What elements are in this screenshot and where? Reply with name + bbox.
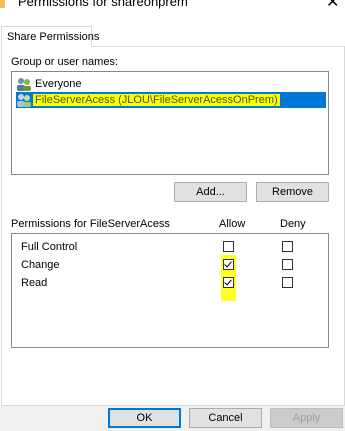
deny-checkbox-change[interactable] [282,259,293,270]
cancel-button[interactable]: Cancel [189,408,262,428]
folder-icon [0,0,5,8]
ok-button[interactable]: OK [108,408,181,428]
deny-header: Deny [280,218,306,230]
permission-name: Full Control [21,241,78,253]
permissions-list: Full Control Change Read [11,233,329,348]
user-list[interactable]: Everyone FileServerAcess (JLOU\FileServe… [11,71,329,175]
user-name: FileServerAcess (JLOU\FileServerAcessOnP… [33,94,280,106]
permission-row-full-control: Full Control [12,240,328,256]
allow-checkbox-full-control[interactable] [223,241,234,252]
add-button[interactable]: Add... [174,182,247,202]
title-bar: Permissions for shareonprem ✕ [0,0,345,18]
deny-checkbox-full-control[interactable] [282,241,293,252]
tab-label: Share Permissions [7,31,100,43]
user-item-everyone[interactable]: Everyone [16,76,326,92]
allow-checkbox-read[interactable] [223,277,234,288]
allow-header: Allow [219,218,246,230]
window-title: Permissions for shareonprem [18,0,188,9]
remove-button[interactable]: Remove [256,182,329,202]
tab-share-permissions[interactable]: Share Permissions [1,26,99,47]
deny-checkbox-read[interactable] [282,277,293,288]
permissions-label: Permissions for FileServerAcess [11,218,170,230]
permission-name: Read [21,277,48,289]
close-icon[interactable]: ✕ [326,0,339,12]
user-group-icon [17,78,31,91]
allow-checkbox-change[interactable] [223,259,234,270]
user-group-icon [17,94,31,107]
user-item-fileserveracess[interactable]: FileServerAcess (JLOU\FileServerAcessOnP… [16,92,326,108]
permission-row-read: Read [12,273,328,301]
permission-row-change: Change [12,255,328,274]
group-names-label: Group or user names: [11,56,118,68]
apply-button[interactable]: Apply [270,408,343,428]
user-name: Everyone [35,78,82,90]
permission-name: Change [21,259,60,271]
